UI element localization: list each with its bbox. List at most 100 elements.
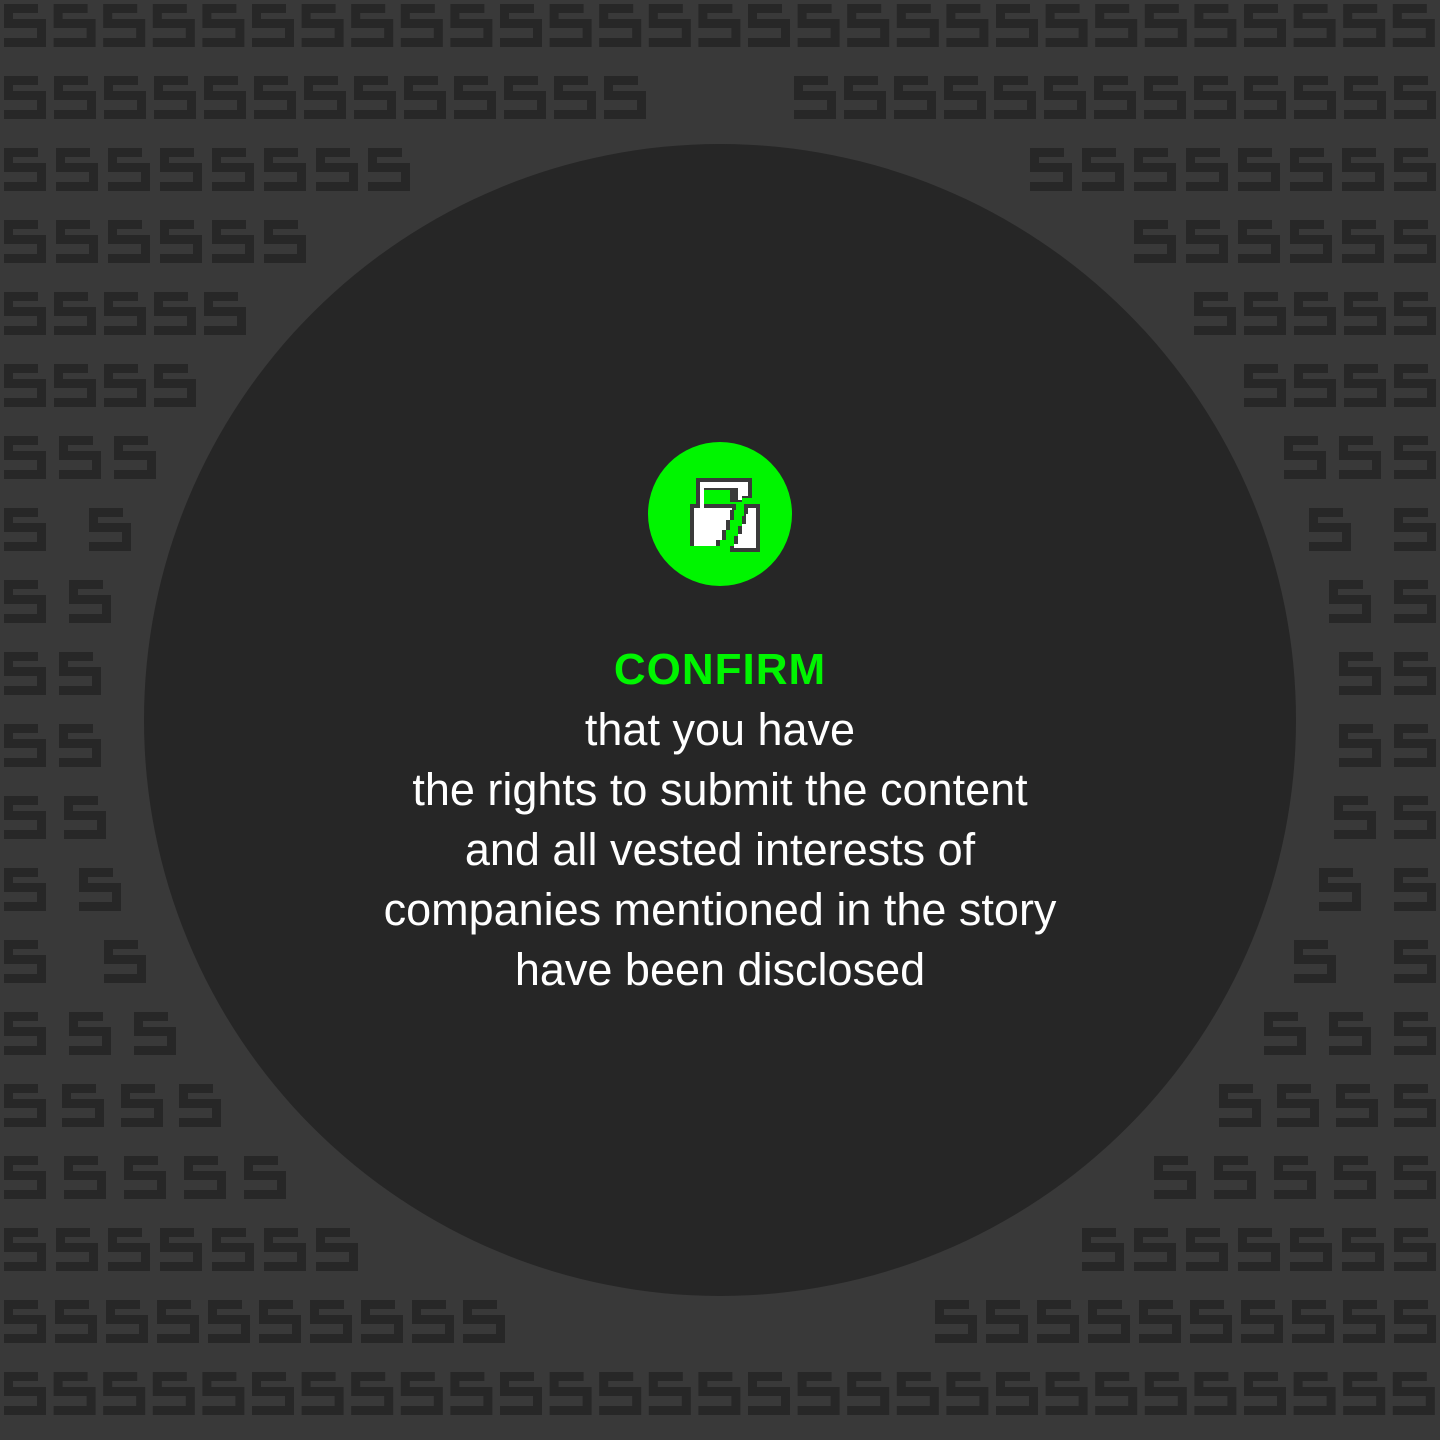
pattern-glyph-5	[1244, 1372, 1286, 1415]
pattern-glyph-5	[152, 1372, 195, 1415]
body-line: companies mentioned in the story	[383, 884, 1057, 935]
pattern-glyph-5	[1339, 652, 1381, 695]
pattern-glyph-5	[1329, 580, 1371, 623]
pattern-glyph-5	[1343, 4, 1386, 47]
pattern-glyph-5	[4, 1012, 46, 1055]
pattern-glyph-5	[549, 1372, 592, 1415]
pattern-glyph-5	[1154, 1156, 1196, 1199]
pattern-glyph-5	[1394, 796, 1436, 839]
pattern-glyph-5	[698, 1372, 741, 1415]
pattern-glyph-5	[121, 1084, 163, 1127]
pattern-glyph-5	[4, 1156, 46, 1199]
pattern-glyph-5	[104, 940, 146, 983]
pattern-glyph-5	[748, 1372, 790, 1415]
pattern-glyph-5	[698, 4, 741, 47]
pattern-glyph-5	[1139, 1300, 1181, 1343]
pattern-glyph-5	[1037, 1300, 1079, 1343]
pattern-glyph-5	[1134, 148, 1176, 191]
pattern-glyph-5	[79, 868, 121, 911]
pattern-glyph-5	[1186, 1228, 1228, 1271]
pattern-glyph-5	[212, 1228, 254, 1271]
pattern-glyph-5	[935, 1300, 977, 1343]
pattern-glyph-5	[1394, 148, 1436, 191]
body-line: and all vested interests of	[464, 824, 976, 875]
pattern-glyph-5	[354, 76, 396, 119]
pattern-glyph-5	[1294, 364, 1336, 407]
pattern-glyph-5	[844, 76, 886, 119]
pattern-glyph-5	[986, 1300, 1028, 1343]
pattern-glyph-5	[1095, 4, 1138, 47]
pattern-glyph-5	[1186, 220, 1228, 263]
confirmation-message: CONFIRM that you have the rights to subm…	[220, 640, 1220, 1000]
pattern-glyph-5	[310, 1300, 352, 1343]
pattern-glyph-5	[1294, 940, 1336, 983]
pattern-glyph-5	[1394, 364, 1436, 407]
pattern-glyph-5	[4, 724, 46, 767]
pattern-glyph-5	[1392, 1372, 1435, 1415]
pattern-glyph-5	[1394, 508, 1436, 551]
pattern-glyph-5	[1277, 1084, 1319, 1127]
pattern-glyph-5	[1394, 940, 1436, 983]
pattern-glyph-5	[1293, 1372, 1336, 1415]
pattern-glyph-5	[1394, 580, 1436, 623]
pattern-glyph-5	[1344, 292, 1386, 335]
pattern-glyph-5	[400, 1372, 443, 1415]
pattern-glyph-5	[847, 1372, 890, 1415]
pattern-glyph-5	[400, 4, 443, 47]
pattern-glyph-5	[748, 4, 790, 47]
pattern-glyph-5	[599, 1372, 642, 1415]
pattern-glyph-5	[1394, 1228, 1436, 1271]
pattern-glyph-5	[103, 1372, 146, 1415]
pattern-glyph-5	[1334, 1156, 1376, 1199]
pattern-glyph-5	[412, 1300, 454, 1343]
pattern-glyph-5	[1309, 508, 1351, 551]
pattern-glyph-5	[264, 220, 306, 263]
pattern-glyph-5	[160, 220, 202, 263]
pattern-glyph-5	[1244, 4, 1286, 47]
pattern-glyph-5	[108, 1228, 150, 1271]
unlocked-padlock-badge	[648, 442, 792, 586]
pattern-glyph-5	[4, 508, 46, 551]
pattern-glyph-5	[160, 148, 202, 191]
pattern-glyph-5	[1082, 1228, 1124, 1271]
pattern-glyph-5	[212, 220, 254, 263]
pattern-glyph-5	[996, 4, 1038, 47]
pattern-glyph-5	[316, 148, 358, 191]
pattern-glyph-5	[69, 1012, 111, 1055]
pattern-glyph-5	[1394, 1084, 1436, 1127]
pattern-glyph-5	[1144, 4, 1187, 47]
pattern-glyph-5	[500, 4, 542, 47]
pattern-glyph-5	[208, 1300, 250, 1343]
pattern-glyph-5	[108, 220, 150, 263]
pattern-glyph-5	[1238, 220, 1280, 263]
pattern-glyph-5	[53, 4, 96, 47]
pattern-glyph-5	[1264, 1012, 1306, 1055]
pattern-glyph-5	[1394, 436, 1436, 479]
pattern-glyph-5	[1244, 364, 1286, 407]
pattern-glyph-5	[264, 148, 306, 191]
pattern-glyph-5	[1274, 1156, 1316, 1199]
pattern-glyph-5	[1394, 652, 1436, 695]
pattern-glyph-5	[648, 4, 691, 47]
pattern-glyph-5	[179, 1084, 221, 1127]
pattern-glyph-5	[4, 796, 46, 839]
pattern-glyph-5	[894, 76, 936, 119]
pattern-glyph-5	[1394, 868, 1436, 911]
pattern-glyph-5	[1134, 1228, 1176, 1271]
pattern-glyph-5	[4, 1084, 46, 1127]
pattern-glyph-5	[1342, 220, 1384, 263]
pattern-glyph-5	[202, 1372, 245, 1415]
pattern-glyph-5	[1339, 436, 1381, 479]
pattern-glyph-5	[154, 364, 196, 407]
pattern-glyph-5	[1284, 436, 1326, 479]
pattern-glyph-5	[549, 4, 592, 47]
pattern-glyph-5	[4, 292, 46, 335]
pattern-glyph-5	[361, 1300, 403, 1343]
pattern-glyph-5	[1394, 1156, 1436, 1199]
pattern-glyph-5	[1344, 76, 1386, 119]
pattern-glyph-5	[152, 4, 195, 47]
pattern-glyph-5	[1244, 76, 1286, 119]
pattern-glyph-5	[108, 148, 150, 191]
pattern-glyph-5	[1194, 76, 1236, 119]
pattern-glyph-5	[500, 1372, 542, 1415]
